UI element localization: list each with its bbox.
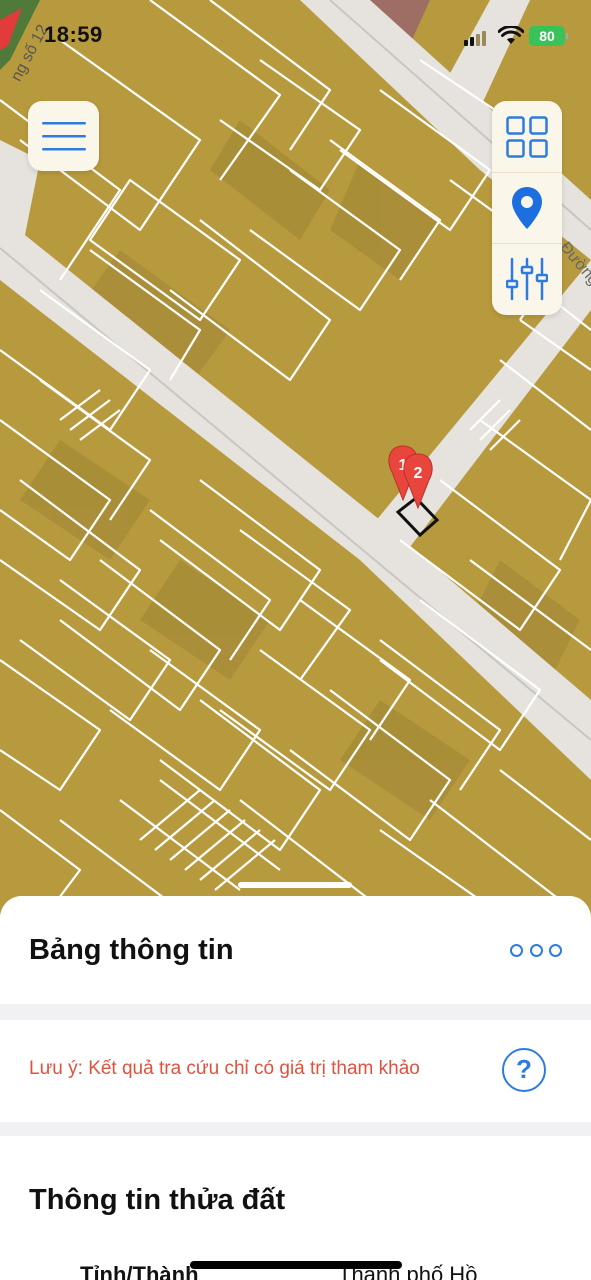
home-indicator[interactable] — [190, 1261, 402, 1269]
sheet-grab-handle[interactable] — [238, 882, 352, 888]
disclaimer-section: Lưu ý: Kết quả tra cứu chỉ có giá trị th… — [0, 1020, 591, 1122]
more-dots-icon — [510, 943, 523, 957]
menu-button[interactable] — [28, 101, 99, 171]
disclaimer-text: Lưu ý: Kết quả tra cứu chỉ có giá trị th… — [29, 1058, 420, 1079]
help-button[interactable]: ? — [502, 1048, 546, 1092]
svg-text:2: 2 — [414, 465, 423, 482]
map-tools-panel — [492, 101, 562, 315]
more-dots-icon — [549, 943, 562, 957]
more-dots-icon — [529, 943, 543, 957]
province-label: Tỉnh/Thành — [80, 1262, 199, 1280]
layers-button[interactable] — [492, 101, 562, 172]
status-time: 18:59 — [44, 22, 103, 47]
signal-icon — [464, 30, 490, 46]
wifi-icon — [498, 26, 524, 44]
location-pin-icon — [512, 187, 542, 229]
filter-button[interactable] — [492, 243, 562, 314]
parcel-info-section: Thông tin thửa đất Tỉnh/Thành Thành phố … — [0, 1136, 591, 1280]
sheet-header: Bảng thông tin — [0, 896, 591, 1004]
grid-icon — [506, 115, 548, 158]
more-button[interactable] — [510, 938, 562, 962]
sliders-icon — [506, 257, 548, 301]
parcel-info-title: Thông tin thửa đất — [29, 1184, 286, 1216]
location-button[interactable] — [492, 172, 562, 243]
info-sheet: Bảng thông tin Lưu ý: Kết quả tra cứu ch… — [0, 896, 591, 1280]
battery-indicator: 80 — [529, 26, 568, 46]
hamburger-icon — [41, 122, 86, 151]
sheet-title: Bảng thông tin — [29, 934, 234, 966]
